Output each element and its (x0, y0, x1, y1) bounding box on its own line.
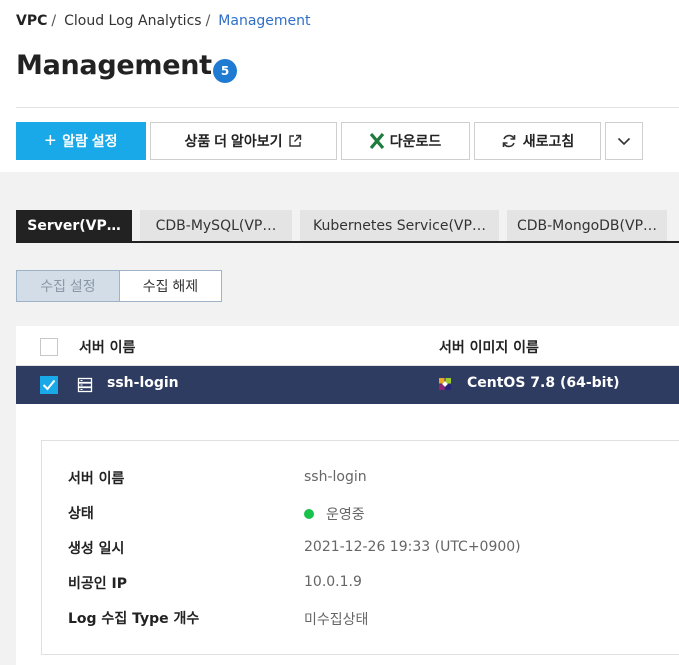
toolbar: + 알람 설정 상품 더 알아보기 다운로드 새로고침 (16, 122, 643, 160)
tab-kubernetes-service-vpc[interactable]: Kubernetes Service(VP… (300, 210, 499, 241)
tab-cdb-mysql-vpc[interactable]: CDB-MySQL(VP… (140, 210, 292, 241)
breadcrumb-management[interactable]: Management (218, 13, 310, 29)
server-icon (77, 377, 93, 393)
row-server-image-name: CentOS 7.8 (64-bit) (467, 375, 620, 391)
detail-status-label: 상태 (68, 506, 94, 522)
download-button[interactable]: 다운로드 (341, 122, 470, 160)
centos-icon (439, 378, 451, 390)
column-server-name[interactable]: 서버 이름 (79, 337, 135, 357)
detail-log-type-count-value: 미수집상태 (304, 612, 369, 628)
server-detail-card: 서버 이름 ssh-login 상태 운영중 생성 일시 2021-12-26 … (41, 440, 679, 655)
learn-more-label: 상품 더 알아보기 (184, 133, 283, 149)
tab-server-vpc[interactable]: Server(VP… (16, 210, 132, 241)
table-header: 서버 이름 서버 이미지 이름 (16, 326, 679, 366)
detail-private-ip-label: 비공인 IP (68, 576, 127, 592)
excel-icon (369, 133, 384, 149)
tabs-underline (16, 241, 679, 243)
row-checkbox[interactable] (40, 376, 58, 394)
refresh-icon (502, 134, 516, 148)
external-link-icon (289, 134, 302, 147)
learn-more-button[interactable]: 상품 더 알아보기 (150, 122, 337, 160)
chevron-down-icon (617, 137, 631, 146)
breadcrumb-separator: / (51, 13, 57, 29)
row-server-name: ssh-login (107, 375, 179, 391)
collect-toggle-group: 수집 설정 수집 해제 (16, 270, 222, 302)
alarm-settings-label: 알람 설정 (62, 133, 118, 149)
alarm-settings-button[interactable]: + 알람 설정 (16, 122, 146, 160)
collect-disable-button[interactable]: 수집 해제 (120, 270, 222, 302)
server-table-panel: 서버 이름 서버 이미지 이름 ssh-login CentOS 7.8 (64… (16, 326, 679, 665)
breadcrumb: VPC / Cloud Log Analytics / Management (16, 13, 311, 29)
select-all-checkbox[interactable] (40, 338, 58, 356)
breadcrumb-separator: / (205, 13, 211, 29)
service-tabs: Server(VP… CDB-MySQL(VP… Kubernetes Serv… (16, 210, 667, 241)
count-badge: 5 (213, 59, 237, 83)
detail-status-text: 운영중 (326, 507, 365, 523)
column-server-image-name[interactable]: 서버 이미지 이름 (439, 337, 539, 357)
detail-private-ip-value: 10.0.1.9 (304, 574, 362, 590)
refresh-label: 새로고침 (522, 133, 575, 149)
detail-created-label: 생성 일시 (68, 541, 125, 557)
refresh-button[interactable]: 새로고침 (474, 122, 601, 160)
more-dropdown-button[interactable] (605, 122, 643, 160)
collect-enable-button[interactable]: 수집 설정 (16, 270, 120, 302)
table-row[interactable]: ssh-login CentOS 7.8 (64-bit) (16, 366, 679, 404)
detail-status-value: 운영중 (304, 504, 365, 524)
check-icon (42, 379, 56, 391)
breadcrumb-cloud-log-analytics[interactable]: Cloud Log Analytics (64, 13, 201, 29)
detail-created-value: 2021-12-26 19:33 (UTC+0900) (304, 539, 521, 555)
status-running-dot (304, 509, 314, 519)
breadcrumb-vpc[interactable]: VPC (16, 13, 47, 29)
download-label: 다운로드 (389, 133, 442, 149)
page-title: Management (16, 50, 212, 81)
detail-log-type-count-label: Log 수집 Type 개수 (68, 611, 200, 627)
plus-icon: + (44, 130, 57, 152)
tab-cdb-mongodb-vpc[interactable]: CDB-MongoDB(VP… (507, 210, 667, 241)
detail-server-name-label: 서버 이름 (68, 471, 125, 487)
detail-server-name-value: ssh-login (304, 469, 367, 485)
header-divider (16, 107, 679, 108)
